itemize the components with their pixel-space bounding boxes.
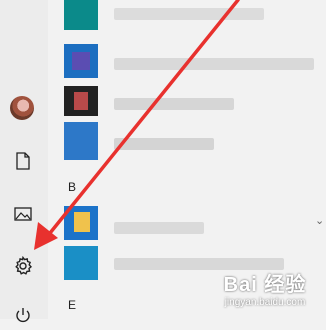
baidu-watermark: Bai 经验 jingyan.baidu.com — [206, 268, 324, 316]
watermark-logo: Bai 经验 — [223, 274, 307, 296]
watermark-site: jingyan.baidu.com — [224, 297, 306, 308]
